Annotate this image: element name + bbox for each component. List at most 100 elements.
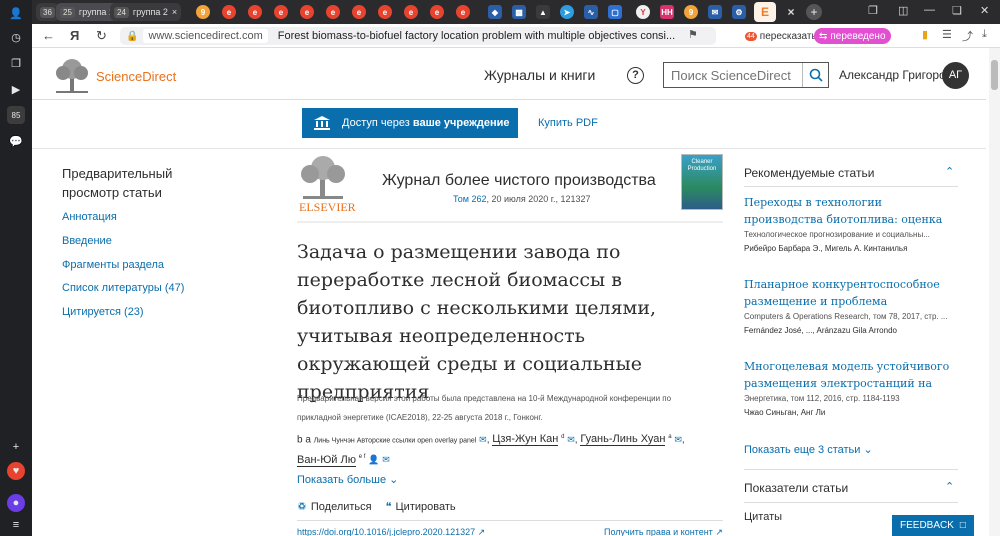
- tab-favicon[interactable]: ▲: [536, 5, 550, 19]
- reader-icon[interactable]: ☰: [942, 28, 952, 41]
- tab-group-1[interactable]: 25 группа 1: [56, 3, 118, 21]
- user-name[interactable]: Александр Григоров: [839, 68, 952, 82]
- tab-favicon[interactable]: e: [222, 5, 236, 19]
- tab-favicon[interactable]: e: [274, 5, 288, 19]
- person-icon[interactable]: 👤: [368, 455, 379, 465]
- scrollbar-thumb[interactable]: [991, 60, 998, 90]
- author-2-affil[interactable]: d: [561, 434, 564, 440]
- cite-button[interactable]: ❝ Цитировать: [386, 500, 456, 514]
- share-button[interactable]: ♽ Поделиться: [297, 500, 372, 514]
- download-icon[interactable]: ⤓: [982, 28, 987, 41]
- collapse-metrics-icon[interactable]: ⌃: [945, 480, 954, 493]
- search-input[interactable]: [664, 67, 794, 83]
- alice-icon[interactable]: ●: [7, 494, 25, 512]
- author-3[interactable]: Гуань-Линь Хуан: [580, 433, 666, 447]
- show-more-authors[interactable]: Показать больше ⌄: [297, 473, 398, 486]
- history-icon[interactable]: ◷: [7, 28, 25, 46]
- lock-icon[interactable]: 🔒: [126, 31, 138, 42]
- author-4[interactable]: Ван-Юй Лю: [297, 453, 356, 467]
- author-4-affil[interactable]: e f: [359, 454, 366, 460]
- tab-favicon[interactable]: e: [326, 5, 340, 19]
- new-tab-button[interactable]: +: [806, 4, 822, 20]
- close-window-icon[interactable]: ✕: [980, 4, 989, 17]
- tabs-overview-icon[interactable]: ❐: [868, 4, 878, 17]
- recommended-title[interactable]: Многоцелевая модель устойчивого размещен…: [744, 358, 958, 392]
- toc-item-introduction[interactable]: Введение: [62, 235, 112, 247]
- profile-icon[interactable]: 👤: [7, 4, 25, 22]
- email-icon[interactable]: ✉: [479, 434, 487, 444]
- toc-item-cited-by[interactable]: Цитируется (23): [62, 306, 144, 318]
- tab-favicon[interactable]: ▢: [608, 5, 622, 19]
- close-tab-icon[interactable]: ×: [784, 5, 798, 19]
- bookmark-window-icon[interactable]: ◫: [898, 4, 908, 17]
- url-field[interactable]: 🔒 www.sciencedirect.com Forest biomass-t…: [120, 27, 716, 45]
- buy-pdf-link[interactable]: Купить PDF: [538, 117, 598, 129]
- collapse-recommended-icon[interactable]: ⌃: [945, 165, 954, 178]
- tab-favicon[interactable]: e: [404, 5, 418, 19]
- tab-favicon[interactable]: ✉: [708, 5, 722, 19]
- tab-favicon[interactable]: e: [248, 5, 262, 19]
- translated-button[interactable]: ⇆ переведено: [814, 28, 891, 44]
- tab-favicon[interactable]: e: [456, 5, 470, 19]
- tab-favicon[interactable]: ▩: [512, 5, 526, 19]
- toc-item-references[interactable]: Список литературы (47): [62, 282, 184, 294]
- institution-access-button[interactable]: Доступ через ваше учреждение: [302, 108, 518, 138]
- journal-title[interactable]: Журнал более чистого производства: [382, 172, 656, 190]
- active-tab-favicon[interactable]: E: [754, 2, 776, 22]
- email-icon[interactable]: ✉: [382, 455, 390, 465]
- restore-icon[interactable]: ❏: [952, 4, 962, 17]
- tab-favicon[interactable]: e: [430, 5, 444, 19]
- tab-favicon[interactable]: 9: [684, 5, 698, 19]
- tab-favicon[interactable]: 9: [196, 5, 210, 19]
- minimize-icon[interactable]: —: [924, 4, 935, 16]
- menu-icon[interactable]: ≡: [7, 516, 25, 534]
- tab-favicon[interactable]: ➤: [560, 5, 574, 19]
- collections-icon[interactable]: ❐: [7, 54, 25, 72]
- tab-favicon[interactable]: ∿: [584, 5, 598, 19]
- bookmark-icon[interactable]: ⚑: [688, 28, 698, 41]
- search-button[interactable]: [802, 63, 828, 87]
- tab-favicon[interactable]: e: [300, 5, 314, 19]
- author-affil-markers[interactable]: b a: [297, 434, 311, 445]
- app-badge[interactable]: 85: [7, 106, 25, 124]
- show-more-articles[interactable]: Показать еще 3 статьи ⌄: [744, 443, 873, 456]
- retell-button[interactable]: 44 пересказать: [740, 28, 822, 44]
- help-icon[interactable]: ?: [627, 67, 644, 84]
- battery-icon[interactable]: ▮: [922, 28, 928, 41]
- author-1[interactable]: Линь Чунчэн Авторские ссылки open overla…: [314, 437, 477, 444]
- author-3-affil[interactable]: a: [668, 434, 671, 440]
- elsevier-logo[interactable]: ELSEVIER: [297, 154, 356, 214]
- volume-link[interactable]: Том 262: [453, 194, 487, 204]
- doi-link[interactable]: https://doi.org/10.1016/j.jclepro.2020.1…: [297, 527, 485, 536]
- back-icon[interactable]: ←: [42, 28, 55, 43]
- messenger-icon[interactable]: 💬: [7, 132, 25, 150]
- rights-link[interactable]: Получить права и контент ↗: [604, 527, 723, 536]
- tab-favicon[interactable]: Y: [636, 5, 650, 19]
- author-2[interactable]: Цзя-Жун Кан: [492, 433, 559, 447]
- heart-app-icon[interactable]: ♥: [7, 462, 25, 480]
- share-icon[interactable]: ⤴: [962, 28, 973, 44]
- tab-favicon[interactable]: e: [352, 5, 366, 19]
- tab-favicon[interactable]: e: [378, 5, 392, 19]
- recommended-title[interactable]: Планарное конкурентоспособное размещение…: [744, 276, 958, 310]
- toc-item-snippets[interactable]: Фрагменты раздела: [62, 259, 164, 271]
- email-icon[interactable]: ✉: [674, 434, 682, 444]
- recommended-title[interactable]: Переходы в технологии производства биото…: [744, 194, 958, 228]
- refresh-icon[interactable]: ↻: [96, 28, 107, 44]
- journals-link[interactable]: Журналы и книги: [484, 67, 595, 83]
- feedback-button[interactable]: FEEDBACK □: [892, 515, 974, 536]
- tab-favicon[interactable]: HH: [660, 5, 674, 19]
- avatar[interactable]: АГ: [942, 62, 969, 89]
- email-icon[interactable]: ✉: [567, 434, 575, 444]
- add-panel-icon[interactable]: +: [7, 438, 25, 456]
- journal-cover-image[interactable]: Cleaner Production: [681, 154, 723, 210]
- close-icon[interactable]: ×: [172, 7, 177, 17]
- tab-favicon[interactable]: ⚙: [732, 5, 746, 19]
- media-icon[interactable]: ▶: [7, 80, 25, 98]
- tab-group-2[interactable]: 24 группа 2 ×: [110, 3, 182, 21]
- yandex-icon[interactable]: Я: [70, 28, 79, 43]
- tab-favicon[interactable]: ◆: [488, 5, 502, 19]
- toc-item-abstract[interactable]: Аннотация: [62, 211, 117, 223]
- scrollbar[interactable]: [989, 48, 1000, 536]
- search-box[interactable]: [663, 62, 829, 88]
